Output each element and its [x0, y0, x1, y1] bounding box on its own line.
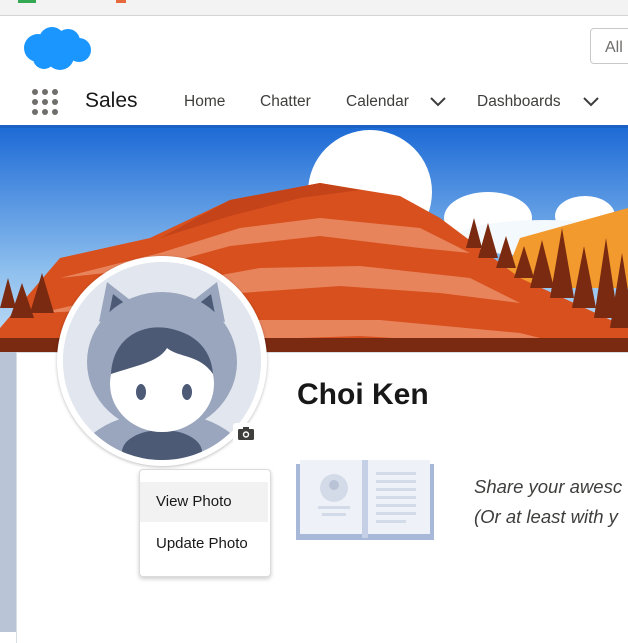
app-nav-bar: Sales Home Chatter Calendar Dashboards	[0, 80, 628, 128]
nav-item-dashboards[interactable]: Dashboards	[477, 93, 561, 111]
nav-item-home[interactable]: Home	[184, 93, 225, 111]
astro-avatar-icon	[63, 262, 261, 460]
page-background-edge	[0, 352, 16, 632]
browser-tab-indicator	[116, 0, 126, 3]
share-prompt: Share your awesc (Or at least with y	[474, 472, 622, 532]
photo-menu: View Photo Update Photo	[139, 469, 271, 577]
nav-item-calendar[interactable]: Calendar	[346, 93, 409, 111]
open-book-illustration	[296, 460, 434, 540]
share-prompt-line: Share your awesc	[474, 476, 623, 497]
browser-tab-strip	[0, 0, 628, 16]
chevron-down-icon[interactable]	[582, 94, 600, 108]
app-launcher-icon[interactable]	[31, 88, 59, 116]
camera-icon	[238, 427, 254, 440]
avatar	[63, 262, 261, 460]
app-name: Sales	[85, 89, 138, 112]
share-prompt-line: (Or at least with y	[474, 506, 618, 527]
global-search-scope[interactable]: All	[590, 28, 628, 64]
update-photo-menu-item[interactable]: Update Photo	[140, 524, 268, 564]
update-photo-button[interactable]	[233, 423, 259, 445]
profile-name: Choi Ken	[297, 378, 429, 411]
browser-tab-indicator	[18, 0, 36, 3]
chevron-down-icon[interactable]	[429, 94, 447, 108]
nav-item-chatter[interactable]: Chatter	[260, 93, 311, 111]
view-photo-menu-item[interactable]: View Photo	[140, 482, 268, 522]
salesforce-cloud-icon[interactable]	[20, 24, 92, 72]
global-header: All	[0, 16, 628, 80]
